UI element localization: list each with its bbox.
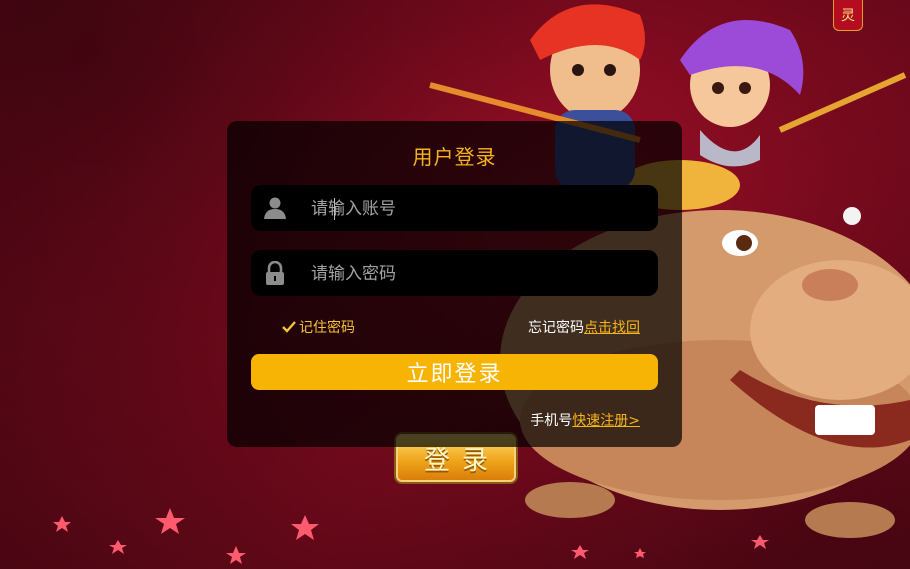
password-field[interactable] <box>251 250 658 298</box>
account-input[interactable] <box>309 185 643 233</box>
forgot-password-text: 忘记密码 <box>528 320 584 336</box>
remember-password-label: 记住密码 <box>299 320 355 336</box>
login-panel: 用户登录 记住密码 忘记密码点击找回 立 <box>227 121 682 447</box>
checkmark-icon[interactable] <box>282 320 296 334</box>
text-caret <box>334 198 335 220</box>
register-row: 手机号快速注册> <box>530 410 640 430</box>
quick-register-link[interactable]: 快速注册> <box>572 413 640 429</box>
password-input[interactable] <box>309 250 643 298</box>
retrieve-password-link[interactable]: 点击找回 <box>584 320 640 336</box>
phone-label: 手机号 <box>530 413 573 429</box>
login-submit-button[interactable]: 立即登录 <box>251 354 658 390</box>
lock-icon <box>263 260 287 285</box>
user-icon <box>263 196 287 220</box>
login-title: 用户登录 <box>412 145 497 169</box>
forgot-password: 忘记密码点击找回 <box>528 317 640 337</box>
corner-badge[interactable]: 灵 <box>833 0 863 31</box>
remember-password-checkbox[interactable]: 记住密码 <box>282 317 355 337</box>
account-field[interactable] <box>251 185 658 233</box>
